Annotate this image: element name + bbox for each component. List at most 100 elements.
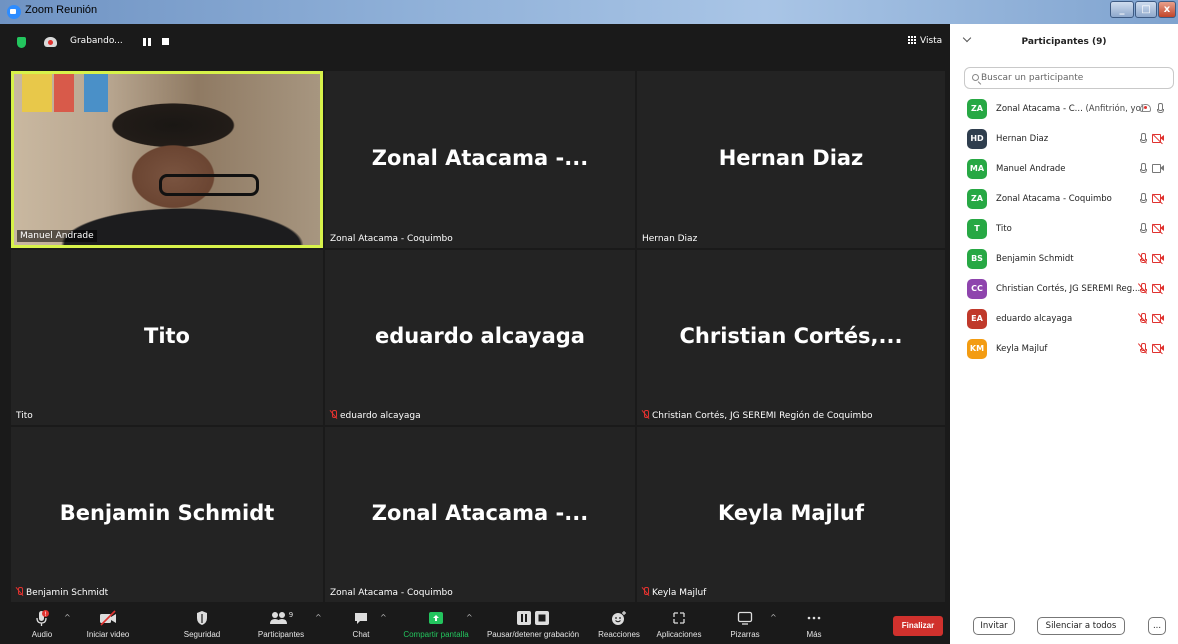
view-button[interactable]: Vista: [908, 36, 942, 46]
participant-search-input[interactable]: [981, 70, 1166, 86]
caption-text: Benjamin Schmidt: [26, 588, 109, 598]
participant-row[interactable]: ZA Zonal Atacama - Coquimbo: [950, 184, 1178, 214]
cloud-recording-icon: [44, 37, 57, 47]
end-meeting-button[interactable]: Finalizar: [893, 616, 943, 636]
participant-name-caption: Hernan Diaz: [642, 234, 697, 244]
caption-text: Hernan Diaz: [642, 234, 698, 244]
video-tile[interactable]: Zonal Atacama -... Zonal Atacama - Coquim…: [325, 71, 635, 248]
minimize-button[interactable]: _: [1110, 1, 1134, 18]
background-poster: [22, 74, 52, 112]
video-tile[interactable]: Benjamin Schmidt Benjamin Schmidt: [11, 427, 323, 602]
caption-text: Keyla Majluf: [652, 588, 707, 598]
share-options-caret[interactable]: ^: [466, 613, 473, 622]
participant-name-caption: Manuel Andrade: [17, 230, 97, 242]
avatar: HD: [967, 129, 987, 149]
video-tile[interactable]: eduardo alcayaga eduardo alcayaga: [325, 250, 635, 425]
participant-row[interactable]: HD Hernan Diaz: [950, 124, 1178, 154]
pause-recording-icon[interactable]: [143, 38, 151, 46]
caption-text: eduardo alcayaga: [340, 411, 421, 421]
participants-icon: 9: [270, 611, 293, 624]
whiteboards-options-caret[interactable]: ^: [770, 613, 777, 622]
whiteboards-button[interactable]: Pizarras: [722, 604, 768, 644]
video-tile[interactable]: Hernan Diaz Hernan Diaz: [637, 71, 945, 248]
caption-text: Zonal Atacama - Coquimbo: [330, 234, 453, 244]
participants-button[interactable]: 9 Participantes: [249, 604, 313, 644]
participant-name: Zonal Atacama - C... (Anfitrión, yo): [996, 104, 1145, 114]
share-screen-button[interactable]: Compartir pantalla: [398, 604, 474, 644]
more-button[interactable]: Más: [796, 604, 832, 644]
audio-button[interactable]: ! Audio: [22, 604, 62, 644]
chat-options-caret[interactable]: ^: [380, 613, 387, 622]
participant-row[interactable]: MA Manuel Andrade: [950, 154, 1178, 184]
maximize-button[interactable]: □: [1135, 1, 1157, 18]
participants-options-caret[interactable]: ^: [315, 613, 322, 622]
participant-row[interactable]: ZA Zonal Atacama - C... (Anfitrión, yo): [950, 94, 1178, 124]
participant-status-icons: [1134, 253, 1164, 265]
panel-more-button[interactable]: ...: [1148, 617, 1166, 635]
muted-microphone-icon: [642, 587, 649, 596]
apps-icon: [673, 612, 685, 624]
meeting-top-bar: Grabando... Vista: [0, 24, 950, 62]
video-tile[interactable]: Tito Tito: [11, 250, 323, 425]
participant-name-caption: Zonal Atacama - Coquimbo: [330, 234, 453, 244]
microphone-icon[interactable]: [1156, 103, 1164, 114]
video-tile[interactable]: Keyla Majluf Keyla Majluf: [637, 427, 945, 602]
mute-all-button[interactable]: Silenciar a todos: [1037, 617, 1125, 635]
video-tile[interactable]: Christian Cortés,... Christian Cortés, JG…: [637, 250, 945, 425]
participant-row[interactable]: BS Benjamin Schmidt: [950, 244, 1178, 274]
close-button[interactable]: x: [1158, 1, 1176, 18]
participant-name-caption: Tito: [16, 411, 33, 421]
video-off-icon: [1152, 313, 1164, 325]
video-tile[interactable]: Zonal Atacama -... Zonal Atacama - Coquim…: [325, 427, 635, 602]
participant-name-caption: Keyla Majluf: [642, 587, 706, 598]
participant-display-name: Zonal Atacama -...: [371, 145, 589, 170]
invite-button[interactable]: Invitar: [973, 617, 1015, 635]
microphone-icon[interactable]: [1139, 163, 1147, 174]
zoom-logo-icon: [7, 5, 21, 19]
participant-name: Keyla Majluf: [996, 344, 1048, 354]
muted-microphone-icon[interactable]: [1137, 283, 1148, 294]
encryption-shield-icon[interactable]: [17, 37, 26, 48]
participant-search-box[interactable]: [964, 67, 1174, 89]
participant-display-name: Tito: [144, 323, 190, 348]
muted-microphone-icon[interactable]: [1137, 343, 1148, 354]
muted-microphone-icon[interactable]: [1137, 313, 1148, 324]
participant-row[interactable]: T Tito: [950, 214, 1178, 244]
security-button[interactable]: Seguridad: [175, 604, 229, 644]
video-off-icon: [1152, 133, 1164, 145]
avatar: EA: [967, 309, 987, 329]
security-label: Seguridad: [183, 630, 221, 639]
caption-text: Christian Cortés, JG SEREMI Región de Co…: [652, 411, 873, 421]
microphone-icon[interactable]: [1139, 133, 1147, 144]
muted-microphone-icon[interactable]: [1137, 253, 1148, 264]
glasses-shape: [159, 174, 259, 196]
participant-status-icons: [1140, 103, 1164, 115]
pause-stop-recording-button[interactable]: Pausar/detener grabación: [481, 604, 585, 644]
audio-options-caret[interactable]: ^: [64, 613, 71, 622]
microphone-icon[interactable]: [1139, 223, 1147, 234]
participant-name: Christian Cortés, JG SEREMI Reg...: [996, 284, 1141, 294]
participant-name-caption: Benjamin Schmidt: [16, 587, 108, 598]
participant-status-icons: [1134, 133, 1164, 145]
background-poster: [84, 74, 108, 112]
start-video-button[interactable]: Iniciar video: [80, 604, 136, 644]
security-shield-icon: [197, 611, 207, 625]
chat-label: Chat: [352, 630, 370, 639]
apps-button[interactable]: Aplicaciones: [651, 604, 707, 644]
participant-name: Zonal Atacama - Coquimbo: [996, 194, 1112, 204]
stop-recording-icon[interactable]: [162, 38, 169, 45]
participant-row[interactable]: EA eduardo alcayaga: [950, 304, 1178, 334]
video-off-icon: [1152, 193, 1164, 205]
chat-bubble-icon: [355, 613, 367, 624]
participant-row[interactable]: KM Keyla Majluf: [950, 334, 1178, 364]
chat-button[interactable]: Chat: [344, 604, 378, 644]
pause-stop-recording-icon: [517, 611, 549, 625]
audio-label: Audio: [31, 630, 53, 639]
active-speaker-video-tile[interactable]: Manuel Andrade: [11, 71, 323, 248]
participant-display-name: eduardo alcayaga: [375, 323, 585, 348]
microphone-icon[interactable]: [1139, 193, 1147, 204]
reactions-button[interactable]: Reacciones: [594, 604, 644, 644]
video-camera-icon: [1152, 164, 1164, 173]
whiteboards-label: Pizarras: [730, 630, 760, 639]
participant-row[interactable]: CC Christian Cortés, JG SEREMI Reg...: [950, 274, 1178, 304]
